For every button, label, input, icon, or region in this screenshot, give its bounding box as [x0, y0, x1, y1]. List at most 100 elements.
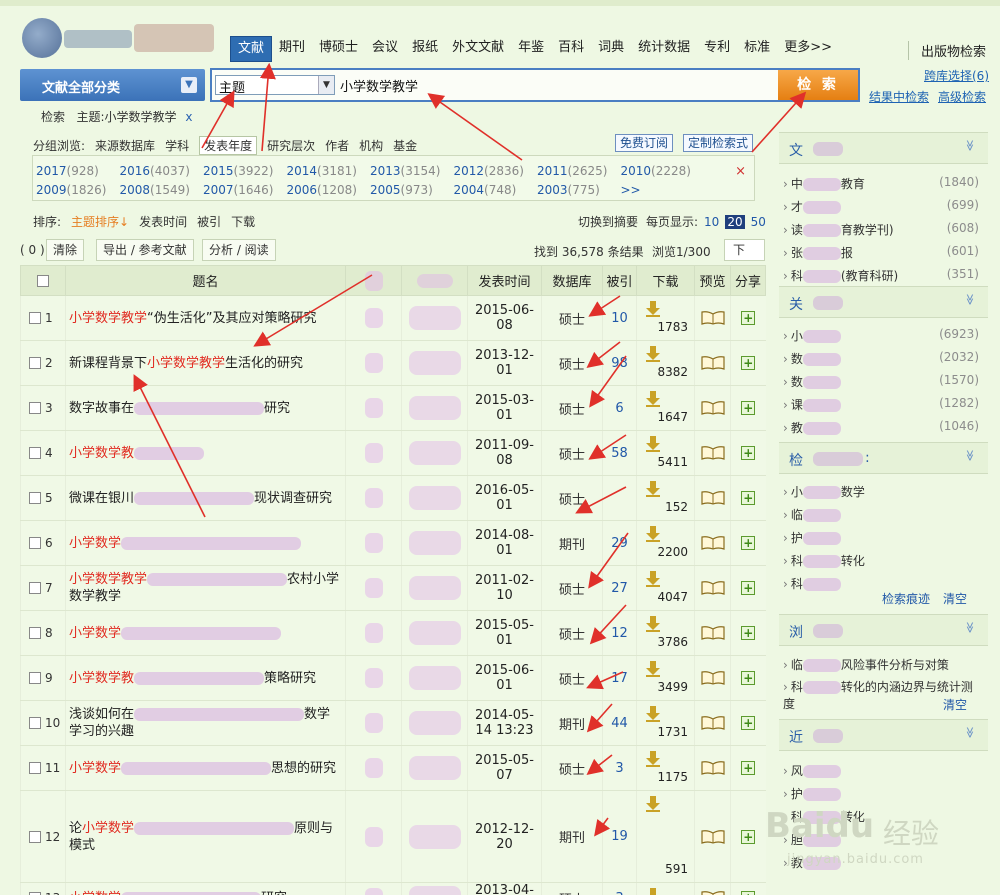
table-row[interactable]: 5 微课在银川 现状调查研究 2016-05-01 硕士 152 + — [20, 475, 766, 521]
result-title-link[interactable]: 小学数学教 策略研究 — [65, 655, 346, 701]
cited-count[interactable]: 19 — [602, 790, 637, 883]
sort-option[interactable]: 发表时间 — [139, 213, 187, 230]
preview-cell[interactable] — [694, 430, 731, 476]
download-cell[interactable]: 591 — [636, 790, 695, 883]
source-cell[interactable] — [401, 882, 468, 895]
plus-icon[interactable]: + — [741, 356, 756, 370]
author-cell[interactable] — [345, 565, 402, 611]
year-filter-item[interactable]: 2005(973) — [370, 183, 454, 197]
preview-cell[interactable] — [694, 790, 731, 883]
cross-db-select-link[interactable]: 跨库选择(6) — [924, 67, 989, 84]
source-cell[interactable] — [401, 745, 468, 791]
preview-cell[interactable] — [694, 745, 731, 791]
source-cell[interactable] — [401, 565, 468, 611]
row-checkbox[interactable] — [29, 312, 41, 324]
share-cell[interactable]: + — [730, 700, 766, 746]
download-icon[interactable] — [645, 888, 661, 895]
plus-icon[interactable]: + — [741, 891, 756, 895]
result-title-link[interactable]: 小学数学 — [65, 520, 346, 566]
row-checkbox[interactable] — [29, 627, 41, 639]
share-cell[interactable]: + — [730, 655, 766, 701]
col-download[interactable]: 下载 — [636, 265, 695, 296]
source-cell[interactable] — [401, 655, 468, 701]
result-title-link[interactable]: 浅谈如何在 数学学习的兴趣 — [65, 700, 346, 746]
sidebar-box-header[interactable]: 文 ≫ — [779, 132, 988, 164]
row-select-cell[interactable]: 5 — [20, 475, 66, 521]
book-preview-icon[interactable] — [700, 536, 725, 550]
sidebar-list-item[interactable]: › 课 (1282) — [783, 396, 983, 413]
filter-group-tab[interactable]: 基金 — [393, 137, 417, 154]
category-dropdown[interactable]: 文献全部分类 ▼ — [20, 69, 205, 101]
sidebar-box-header[interactable]: 检: ≫ — [779, 442, 988, 474]
chevron-double-down-icon[interactable]: ≫ — [964, 294, 977, 306]
clear-history-link[interactable]: 清空 — [943, 590, 967, 607]
sort-option[interactable]: 主题排序↓ — [71, 213, 129, 230]
export-button[interactable]: 导出 / 参考文献 — [96, 239, 194, 261]
row-select-cell[interactable]: 12 — [20, 790, 66, 883]
download-icon[interactable] — [645, 661, 661, 677]
col-database[interactable]: 数据库 — [541, 265, 603, 296]
nav-tab[interactable]: 标准 — [737, 36, 777, 62]
year-filter-item[interactable]: 2008(1549) — [120, 183, 204, 197]
sidebar-list-item[interactable]: › 才 (699) — [783, 198, 983, 215]
cited-count[interactable]: 12 — [602, 610, 637, 656]
result-title-link[interactable]: 小学数学 思想的研究 — [65, 745, 346, 791]
result-title-link[interactable]: 小学数学教学“伪生活化”及其应对策略研究 — [65, 295, 346, 341]
plus-icon[interactable]: + — [741, 671, 756, 685]
row-select-cell[interactable]: 3 — [20, 385, 66, 431]
source-cell[interactable] — [401, 520, 468, 566]
download-icon[interactable] — [645, 571, 661, 587]
book-preview-icon[interactable] — [700, 311, 725, 325]
row-checkbox[interactable] — [29, 717, 41, 729]
author-cell[interactable] — [345, 385, 402, 431]
download-cell[interactable]: 1647 — [636, 385, 695, 431]
nav-tab[interactable]: 期刊 — [272, 36, 312, 62]
preview-cell[interactable] — [694, 340, 731, 386]
author-cell[interactable] — [345, 340, 402, 386]
sort-option[interactable]: 下载 — [231, 213, 255, 230]
chevron-double-down-icon[interactable]: ≫ — [964, 727, 977, 739]
download-icon[interactable] — [645, 481, 661, 497]
cited-count[interactable]: 98 — [602, 340, 637, 386]
row-checkbox[interactable] — [29, 582, 41, 594]
col-author[interactable] — [345, 265, 402, 296]
author-cell[interactable] — [345, 475, 402, 521]
row-select-cell[interactable]: 2 — [20, 340, 66, 386]
nav-tab[interactable]: 文献 — [230, 36, 273, 62]
download-icon[interactable] — [645, 301, 661, 317]
sidebar-list-item[interactable]: › 教 (1046) — [783, 419, 983, 436]
sidebar-box-header[interactable]: 浏 ≫ — [779, 614, 988, 646]
nav-tab[interactable]: 更多>> — [777, 36, 839, 62]
table-row[interactable]: 6 小学数学 2014-08-01 期刊 29 2200 + — [20, 520, 766, 566]
download-icon[interactable] — [645, 796, 661, 812]
year-filter-item[interactable]: >> — [621, 183, 705, 197]
preview-cell[interactable] — [694, 520, 731, 566]
year-filter-item[interactable]: 2017(928) — [36, 164, 120, 178]
share-cell[interactable]: + — [730, 430, 766, 476]
analyze-button[interactable]: 分析 / 阅读 — [202, 239, 276, 261]
year-filter-item[interactable]: 2003(775) — [537, 183, 621, 197]
year-filter-item[interactable]: 2007(1646) — [203, 183, 287, 197]
table-row[interactable]: 13 小学数学 研究一一 2013-04-01硕士3 + — [20, 882, 766, 895]
filter-group-tab[interactable]: 机构 — [359, 137, 383, 154]
cited-count[interactable]: 17 — [602, 655, 637, 701]
download-icon[interactable] — [645, 346, 661, 362]
year-filter-item[interactable]: 2004(748) — [454, 183, 538, 197]
per-page-option[interactable]: 50 — [749, 215, 768, 229]
filter-group-tab[interactable]: 学科 — [165, 137, 189, 154]
share-cell[interactable]: + — [730, 295, 766, 341]
plus-icon[interactable]: + — [741, 761, 756, 775]
table-row[interactable]: 1 小学数学教学“伪生活化”及其应对策略研究 2015-06-08 硕士 10 1783 + — [20, 295, 766, 341]
filter-group-tab[interactable]: 来源数据库 — [95, 137, 155, 154]
chevron-double-down-icon[interactable]: ≫ — [964, 140, 977, 152]
row-select-cell[interactable]: 8 — [20, 610, 66, 656]
download-cell[interactable]: 5411 — [636, 430, 695, 476]
row-select-cell[interactable]: 1 — [20, 295, 66, 341]
row-select-cell[interactable]: 9 — [20, 655, 66, 701]
table-row[interactable]: 8 小学数学 2015-05-01 硕士 12 3786 + — [20, 610, 766, 656]
share-cell[interactable]: + — [730, 882, 766, 895]
sidebar-box-header[interactable]: 关 ≫ — [779, 286, 988, 318]
row-checkbox[interactable] — [29, 447, 41, 459]
cited-count[interactable] — [602, 475, 637, 521]
sidebar-list-item[interactable]: › 小 数学 — [783, 483, 983, 500]
